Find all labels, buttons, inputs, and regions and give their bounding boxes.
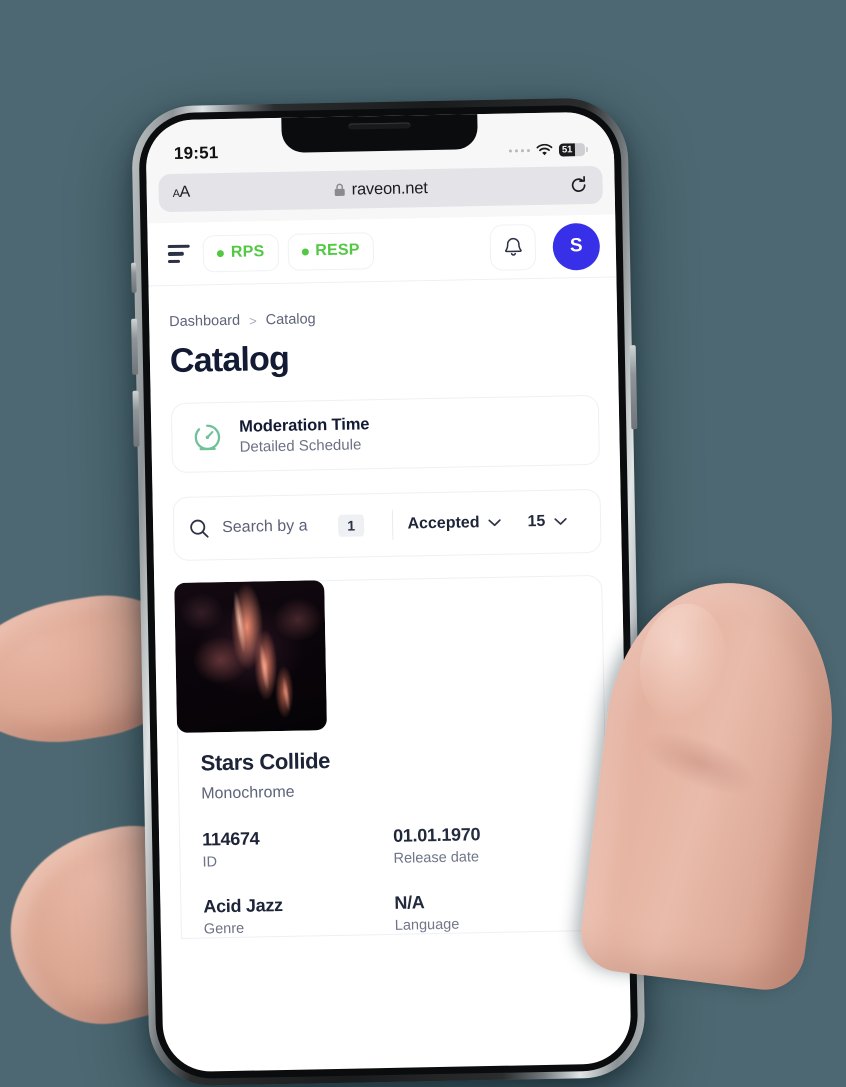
catalog-item-card[interactable]: Stars Collide Monochrome 114674 ID 01.01… bbox=[174, 574, 609, 939]
url-text: raveon.net bbox=[351, 178, 428, 199]
catalog-item-details: Stars Collide Monochrome 114674 ID 01.01… bbox=[178, 725, 608, 938]
status-chip-rps[interactable]: RPS bbox=[202, 233, 279, 272]
search-placeholder: Search by a bbox=[221, 517, 308, 537]
meta-value: 114674 bbox=[201, 828, 260, 850]
safari-toolbar: AA raveon.net bbox=[146, 161, 616, 224]
meta-field-id: 114674 ID bbox=[201, 826, 394, 871]
catalog-item-artist: Monochrome bbox=[201, 783, 295, 803]
filter-bar: Search by a 1 Accepted 15 bbox=[172, 488, 602, 562]
meta-label: Release date bbox=[393, 849, 480, 867]
meta-label: Language bbox=[394, 916, 460, 934]
notifications-button[interactable] bbox=[489, 224, 537, 271]
wifi-icon bbox=[536, 143, 553, 156]
battery-percent: 51 bbox=[561, 144, 573, 156]
moderation-time-text: Moderation Time Detailed Schedule bbox=[239, 415, 370, 455]
battery-indicator: 51 bbox=[558, 143, 588, 157]
status-indicators: 51 bbox=[508, 143, 588, 158]
bell-icon bbox=[504, 237, 522, 256]
breadcrumb-item-catalog[interactable]: Catalog bbox=[266, 311, 316, 328]
chevron-down-icon bbox=[554, 518, 567, 525]
chevron-down-icon bbox=[488, 519, 502, 527]
meta-field-language: N/A Language bbox=[394, 889, 586, 934]
user-avatar[interactable]: S bbox=[552, 222, 601, 271]
nebula-album-art bbox=[174, 580, 328, 733]
breadcrumb-separator: > bbox=[248, 312, 257, 329]
page-title: Catalog bbox=[169, 339, 290, 381]
search-count-badge: 1 bbox=[338, 514, 365, 539]
volume-up-button[interactable] bbox=[131, 318, 139, 375]
lock-icon bbox=[334, 183, 345, 197]
meta-value: Acid Jazz bbox=[203, 894, 283, 917]
page-size-value: 15 bbox=[527, 512, 546, 531]
breadcrumb-item-dashboard[interactable]: Dashboard bbox=[169, 313, 240, 330]
scene: 19:51 51 AA raveon.net RPS RESP S Dashbo… bbox=[0, 0, 846, 1087]
page-size-select[interactable]: 15 bbox=[527, 512, 567, 531]
status-time: 19:51 bbox=[173, 143, 219, 163]
page-content: Dashboard > Catalog Catalog Moderation T… bbox=[148, 277, 629, 940]
moderation-time-title: Moderation Time bbox=[239, 415, 370, 436]
phone-screen: 19:51 51 AA raveon.net RPS RESP S Dashbo… bbox=[145, 111, 632, 1073]
status-dot-icon bbox=[216, 249, 224, 257]
device-notch bbox=[281, 112, 478, 153]
status-chip-resp[interactable]: RESP bbox=[287, 231, 375, 271]
url-bar[interactable]: AA raveon.net bbox=[158, 165, 603, 213]
power-button[interactable] bbox=[629, 345, 638, 430]
catalog-item-meta: 114674 ID 01.01.1970 Release date Acid J… bbox=[202, 822, 586, 937]
meta-field-genre: Acid Jazz Genre bbox=[203, 893, 395, 938]
iphone-device: 19:51 51 AA raveon.net RPS RESP S Dashbo… bbox=[131, 97, 646, 1087]
meta-label: Genre bbox=[203, 920, 245, 938]
search-field[interactable]: Search by a 1 bbox=[188, 514, 378, 540]
status-chip-resp-label: RESP bbox=[315, 241, 360, 260]
volume-down-button[interactable] bbox=[132, 390, 140, 447]
hamburger-menu-icon[interactable] bbox=[164, 238, 195, 269]
status-dot-icon bbox=[301, 247, 309, 256]
meta-value: 01.01.1970 bbox=[392, 824, 481, 846]
mute-switch[interactable] bbox=[131, 262, 137, 293]
meta-field-release-date: 01.01.1970 Release date bbox=[393, 822, 585, 867]
url-display: raveon.net bbox=[159, 175, 603, 203]
signal-dots-icon bbox=[508, 148, 530, 153]
earpiece-speaker bbox=[348, 122, 411, 130]
search-icon bbox=[190, 519, 209, 538]
status-filter-select[interactable]: Accepted bbox=[407, 514, 502, 534]
meta-label: ID bbox=[202, 854, 218, 871]
moderation-time-card[interactable]: Moderation Time Detailed Schedule bbox=[170, 394, 601, 474]
avatar-initial: S bbox=[569, 235, 583, 257]
filter-divider bbox=[391, 509, 394, 540]
breadcrumb: Dashboard > Catalog bbox=[169, 306, 597, 330]
meta-value: N/A bbox=[394, 892, 425, 913]
moderation-time-subtitle: Detailed Schedule bbox=[239, 436, 362, 456]
gauge-icon bbox=[194, 424, 221, 451]
catalog-item-title: Stars Collide bbox=[200, 748, 331, 776]
status-chip-rps-label: RPS bbox=[230, 243, 265, 261]
app-header: RPS RESP S bbox=[147, 214, 617, 287]
status-filter-value: Accepted bbox=[407, 514, 480, 533]
